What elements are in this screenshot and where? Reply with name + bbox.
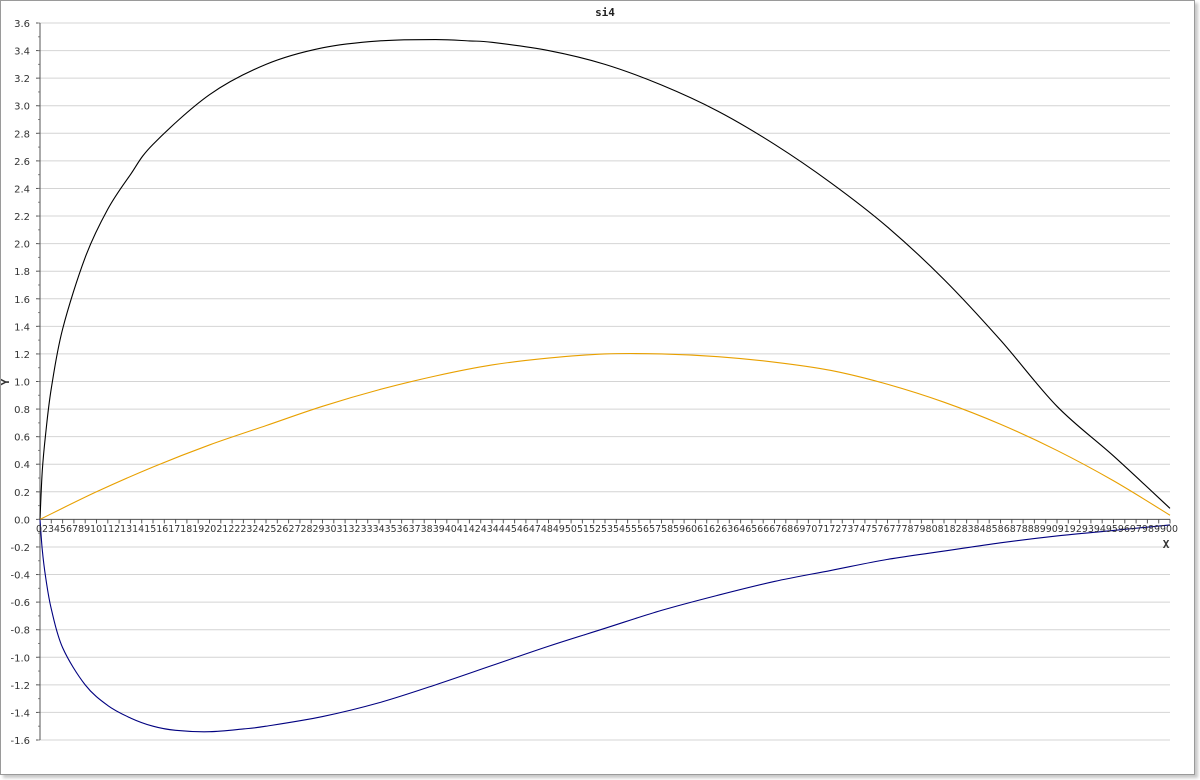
y-tick-label: -0.2 — [10, 543, 30, 554]
y-tick-label: 2.8 — [14, 129, 30, 140]
y-tick-label: -1.0 — [10, 653, 30, 664]
y-tick-label: 1.8 — [14, 267, 30, 278]
y-tick-label: 1.6 — [14, 295, 30, 306]
y-tick-label: 3.0 — [14, 102, 30, 113]
y-tick-label: 1.4 — [14, 322, 30, 333]
y-tick-label: 2.4 — [14, 184, 30, 195]
y-tick-label: 1.0 — [14, 378, 30, 389]
y-tick-label: 3.4 — [14, 47, 30, 58]
y-tick-label: 0.2 — [14, 488, 30, 499]
y-tick-label: 0.0 — [14, 515, 30, 526]
series-lines — [39, 38, 1171, 733]
y-tick-label: -0.4 — [10, 571, 30, 582]
series-line-1 — [39, 38, 1171, 520]
y-tick-label: 2.0 — [14, 240, 30, 251]
axes: 3.6 3.4 3.2 3.0 2.8 2.6 2.4 2.2 2.0 1.8 1.6 1.4 1.2 1… — [10, 19, 1171, 747]
y-tick-label: 0.8 — [14, 405, 30, 416]
y-tick-label: 1.2 — [14, 350, 30, 361]
y-tick-label: -0.6 — [10, 598, 30, 609]
y-axis-title: Y — [0, 378, 12, 385]
y-tick-label: -1.4 — [10, 708, 30, 719]
y-tick-label: 3.2 — [14, 74, 30, 85]
y-tick-label: 0.6 — [14, 433, 30, 444]
y-tick-label: -1.2 — [10, 681, 30, 692]
x-tick-labels: 0234567891011213141516171819202122232425… — [36, 524, 1178, 535]
y-tick-label: 0.4 — [14, 460, 30, 471]
y-tick-label: 2.2 — [14, 212, 30, 223]
chart-title: si4 — [595, 6, 615, 19]
y-tick-label: -0.8 — [10, 626, 30, 637]
line-chart: 3.6 3.4 3.2 3.0 2.8 2.6 2.4 2.2 2.0 1.8 1.6 1.4 1.2 1… — [0, 6, 1178, 747]
y-tick-label: 2.6 — [14, 157, 30, 168]
y-tick-label: -1.6 — [10, 736, 30, 747]
series-line-3 — [39, 519, 1171, 733]
gridlines — [40, 22, 1170, 741]
y-tick-label: 3.6 — [14, 19, 30, 30]
x-axis-title: X — [1163, 538, 1170, 551]
